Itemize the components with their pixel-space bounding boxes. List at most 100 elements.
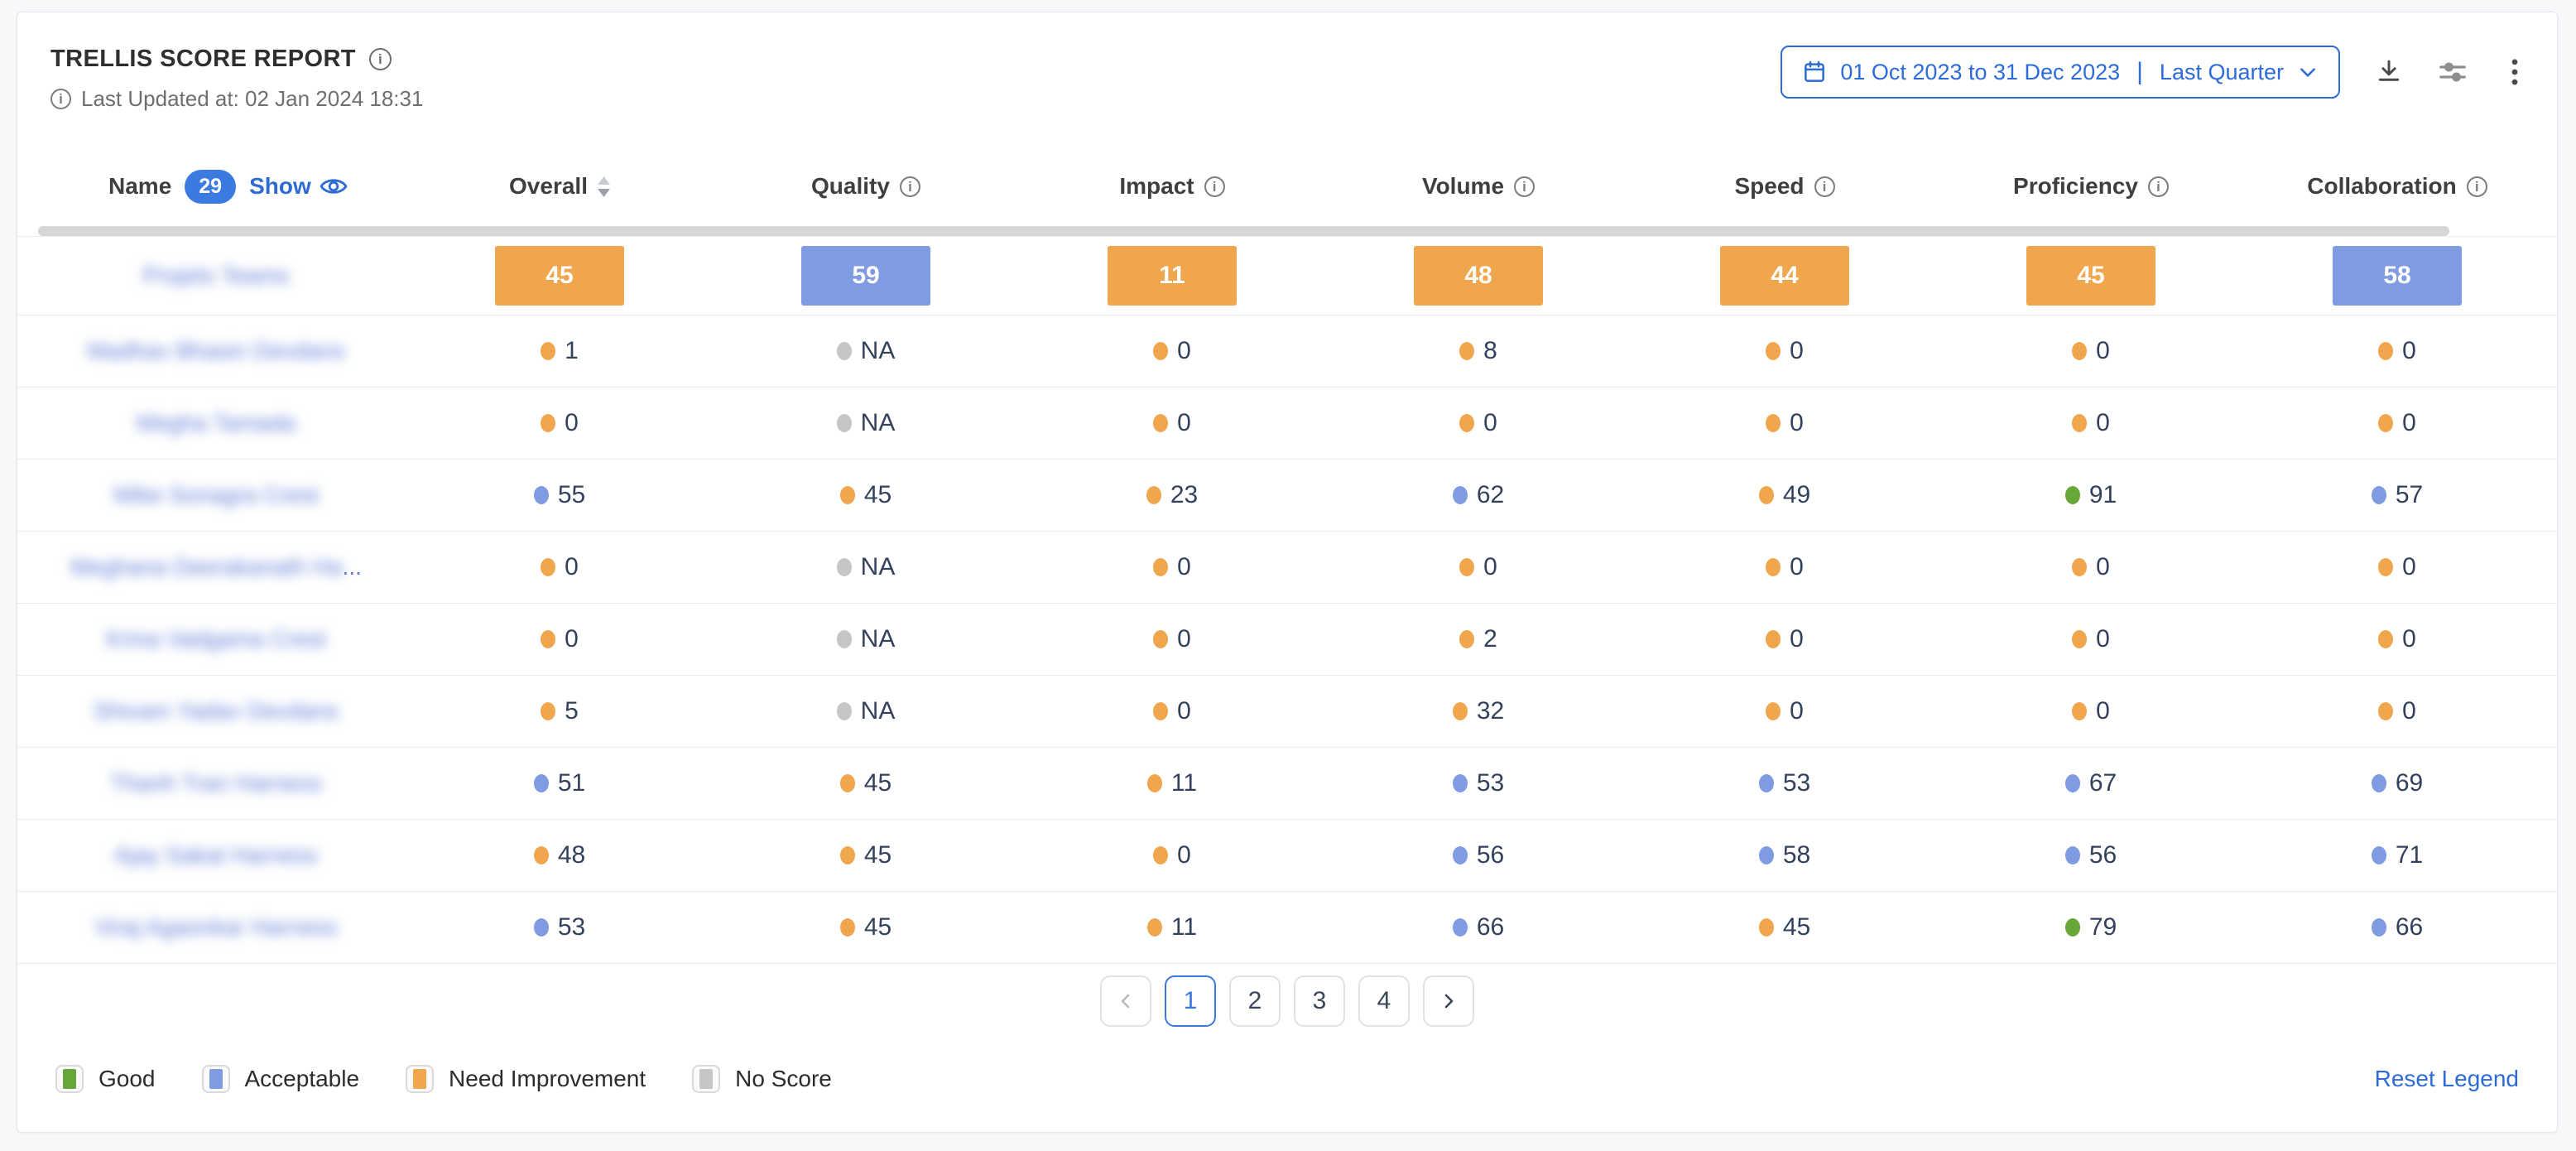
score-cell: 53 — [1632, 769, 1938, 797]
name-header-label: Name — [108, 173, 171, 200]
metric-header-label: Volume — [1422, 173, 1504, 200]
column-info-icon[interactable]: i — [1514, 176, 1535, 197]
title-info-icon[interactable]: i — [369, 48, 392, 70]
score-status-dot — [534, 774, 549, 792]
sort-icon[interactable] — [598, 176, 610, 197]
metric-column-header[interactable]: Proficiency i — [1938, 173, 2244, 200]
member-name-ellipsis: ... — [343, 554, 362, 580]
score-bar-badge: 45 — [495, 246, 624, 306]
score-status-dot — [1766, 342, 1781, 360]
column-info-icon[interactable]: i — [2148, 176, 2169, 197]
member-name-link[interactable]: Projets Teams — [26, 262, 406, 289]
score-value: 2 — [1483, 625, 1497, 653]
score-status-dot — [541, 342, 555, 360]
metric-column-header[interactable]: Overall — [406, 173, 713, 200]
score-value: 53 — [558, 913, 585, 942]
member-name-link[interactable]: Shivam Yadav Devdans — [26, 698, 406, 725]
settings-button[interactable] — [2438, 57, 2468, 87]
score-status-dot — [2378, 702, 2393, 720]
page-button-3[interactable]: 3 — [1294, 975, 1345, 1027]
table-row: Madhav Bhasin Devdans 1 NA 0 8 0 0 0 — [17, 315, 2557, 388]
score-value: 11 — [1171, 769, 1197, 797]
pagination: 1234 — [17, 975, 2557, 1027]
score-status-dot — [2072, 342, 2087, 360]
score-status-dot — [2072, 630, 2087, 648]
next-page-button[interactable] — [1423, 975, 1474, 1027]
score-cell: NA — [713, 409, 1019, 437]
download-icon — [2375, 58, 2403, 86]
member-name-link[interactable]: Ajay Sakat Harness — [26, 842, 406, 869]
page-button-1[interactable]: 1 — [1165, 975, 1216, 1027]
score-cell: 0 — [1938, 697, 2244, 725]
score-value: 67 — [2089, 769, 2117, 797]
legend-checkbox[interactable] — [55, 1065, 84, 1093]
score-status-dot — [1759, 846, 1774, 864]
page-button-2[interactable]: 2 — [1229, 975, 1281, 1027]
horizontal-scrollbar[interactable] — [38, 226, 2449, 236]
legend-label: No Score — [735, 1066, 832, 1092]
legend-checkbox[interactable] — [692, 1065, 720, 1093]
legend-item-acceptable[interactable]: Acceptable — [202, 1065, 360, 1093]
score-value: NA — [861, 337, 896, 365]
score-status-dot — [1453, 774, 1468, 792]
more-menu-button[interactable] — [2502, 58, 2527, 86]
page-button-4[interactable]: 4 — [1358, 975, 1410, 1027]
date-range-button[interactable]: 01 Oct 2023 to 31 Dec 2023 | Last Quarte… — [1781, 46, 2340, 99]
score-cell: 66 — [2244, 913, 2550, 942]
score-value: 0 — [1177, 625, 1191, 653]
member-name-text: Meghana Deerakanath Ha — [70, 554, 342, 580]
member-name-link[interactable]: Megha Tamada — [26, 410, 406, 436]
member-name-text: Megha Tamada — [137, 410, 296, 436]
member-name-link[interactable]: Viraj Agaonkar Harness — [26, 914, 406, 941]
metric-header-label: Proficiency — [2013, 173, 2138, 200]
score-cell: NA — [713, 697, 1019, 725]
score-value: 0 — [2096, 625, 2110, 653]
column-info-icon[interactable]: i — [1204, 176, 1225, 197]
score-status-dot — [1147, 774, 1162, 792]
score-value: NA — [861, 553, 896, 581]
metric-column-header[interactable]: Volume i — [1325, 173, 1632, 200]
score-status-dot — [1153, 846, 1168, 864]
legend-checkbox[interactable] — [406, 1065, 434, 1093]
kebab-menu-icon — [2502, 58, 2527, 86]
score-cell: 0 — [1019, 409, 1325, 437]
score-status-dot — [1766, 630, 1781, 648]
metric-column-header[interactable]: Collaboration i — [2244, 173, 2550, 200]
legend-color-swatch — [209, 1069, 223, 1089]
member-name-link[interactable]: Krina Vadgama Crest — [26, 626, 406, 653]
previous-page-button[interactable] — [1100, 975, 1151, 1027]
score-value: 0 — [565, 409, 579, 437]
legend-item-good[interactable]: Good — [55, 1065, 156, 1093]
reset-legend-link[interactable]: Reset Legend — [2375, 1066, 2519, 1092]
metric-header-label: Speed — [1734, 173, 1804, 200]
member-name-link[interactable]: Mike Sonagra Crest — [26, 482, 406, 508]
legend-item-need-improvement[interactable]: Need Improvement — [406, 1065, 646, 1093]
metric-column-header[interactable]: Speed i — [1632, 173, 1938, 200]
score-status-dot — [2065, 774, 2080, 792]
score-status-dot — [1153, 558, 1168, 576]
score-cell: 0 — [1019, 553, 1325, 581]
member-name-link[interactable]: Meghana Deerakanath Ha... — [26, 554, 406, 580]
score-cell: 0 — [2244, 553, 2550, 581]
legend-item-no-score[interactable]: No Score — [692, 1065, 832, 1093]
table-row: Krina Vadgama Crest 0 NA 0 2 0 0 0 — [17, 604, 2557, 676]
score-cell: 0 — [1938, 409, 2244, 437]
score-value: 0 — [2402, 625, 2416, 653]
calendar-icon — [1802, 60, 1827, 84]
member-name-link[interactable]: Thanh Tran Harness — [26, 770, 406, 797]
metric-column-header[interactable]: Impact i — [1019, 173, 1325, 200]
column-info-icon[interactable]: i — [1814, 176, 1835, 197]
score-status-dot — [1759, 486, 1774, 504]
metric-column-header[interactable]: Quality i — [713, 173, 1019, 200]
score-status-dot — [1459, 414, 1474, 432]
column-info-icon[interactable]: i — [900, 176, 920, 197]
column-info-icon[interactable]: i — [2467, 176, 2487, 197]
metric-header-label: Overall — [509, 173, 588, 200]
score-status-dot — [840, 774, 855, 792]
score-status-dot — [837, 558, 852, 576]
download-button[interactable] — [2375, 58, 2403, 86]
show-names-button[interactable]: Show — [249, 172, 348, 200]
score-cell: 11 — [1019, 913, 1325, 942]
member-name-link[interactable]: Madhav Bhasin Devdans — [26, 338, 406, 364]
legend-checkbox[interactable] — [202, 1065, 230, 1093]
